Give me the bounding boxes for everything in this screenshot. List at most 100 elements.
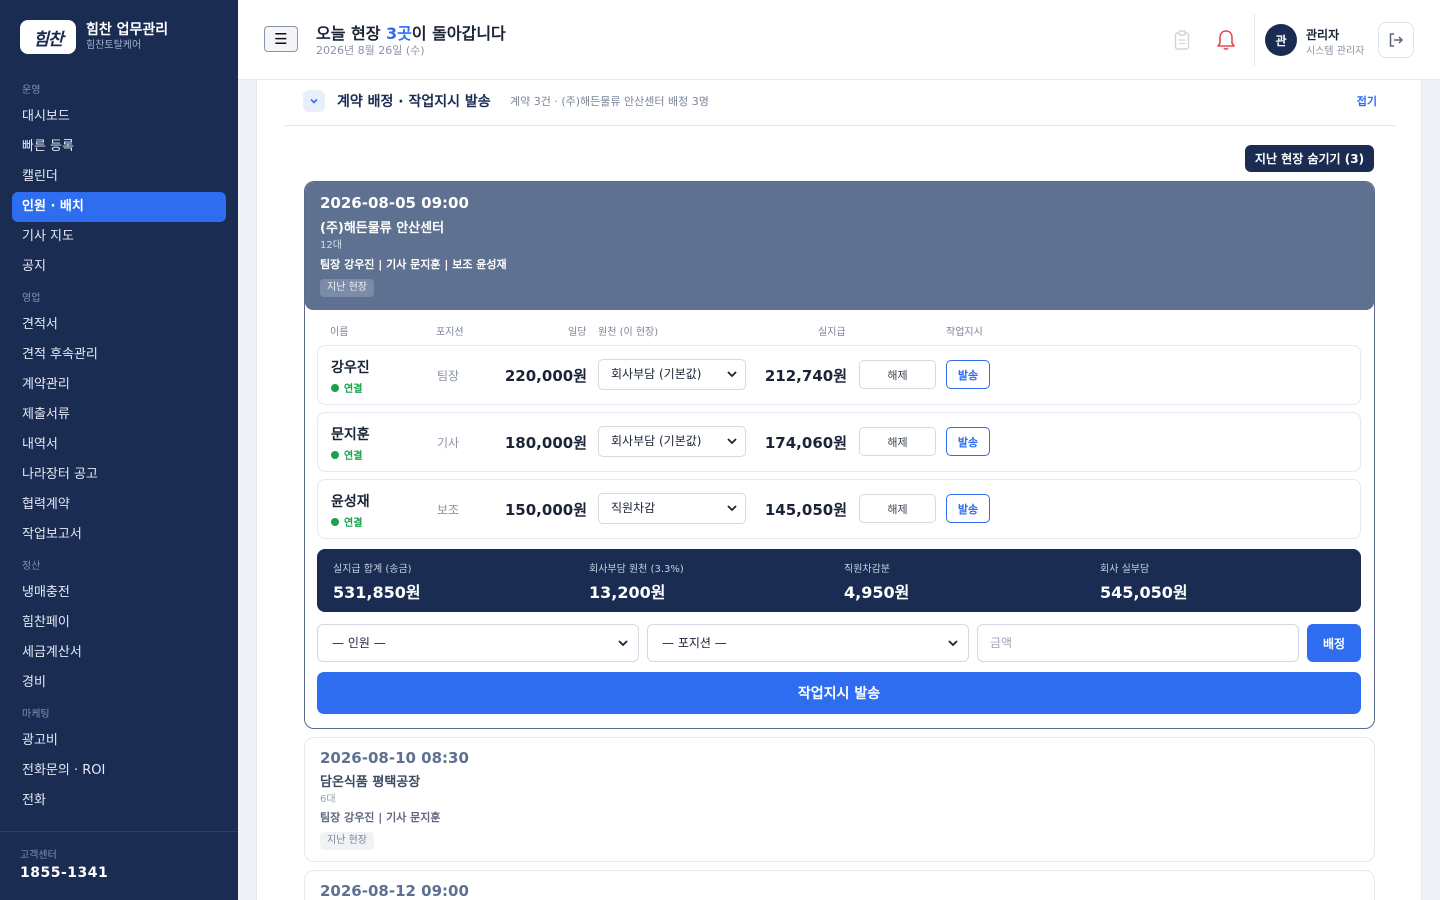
sidebar-item-calendar[interactable]: 캘린더 (12, 162, 226, 192)
connection-status: 연결 (331, 447, 362, 462)
sidebar-item-pay[interactable]: 힘찬페이 (12, 608, 226, 638)
person-select[interactable]: — 인원 — (317, 624, 639, 662)
clipboard-icon[interactable] (1172, 28, 1192, 52)
sidebar-item-staff-assignment[interactable]: 인원 · 배치 (12, 192, 226, 222)
sidebar-item-phone[interactable]: 전화 (12, 786, 226, 816)
summary-company-withholding: 회사부담 원천 (3.3%) 13,200원 (589, 564, 684, 602)
brand-logo: 힘찬 (20, 20, 76, 54)
crew-row: 윤성재 연결 보조 150,000원 직원차감 145,050원 해제 발송 (317, 479, 1361, 539)
connection-status: 연결 (331, 514, 362, 529)
status-dot-icon (331, 517, 339, 526)
chevron-down-icon (727, 438, 737, 445)
support-footer: 고객센터 1855-1341 (0, 831, 238, 900)
job-vehicles: 12대 (320, 240, 342, 251)
crew-row: 문지훈 연결 기사 180,000원 회사부담 (기본값) 174,060원 해… (317, 412, 1361, 472)
logout-button[interactable] (1378, 22, 1414, 58)
sidebar-item-ad-cost[interactable]: 광고비 (12, 726, 226, 756)
sidebar-item-refrigerant[interactable]: 냉매충전 (12, 578, 226, 608)
summary-employee-deduction: 직원차감분 4,950원 (844, 564, 910, 602)
sidebar-item-quote[interactable]: 견적서 (12, 310, 226, 340)
section-toggle-button[interactable] (303, 90, 325, 112)
amount-input[interactable]: 금액 (977, 624, 1299, 662)
nav-section-label: 마케팅 (22, 709, 50, 720)
release-button[interactable]: 해제 (859, 360, 936, 389)
support-label: 고객센터 (20, 850, 57, 861)
job-vehicles: 6대 (320, 794, 336, 805)
main-panel: 계약 배정 · 작업지시 발송 계약 3건 · (주)해든물류 안산센터 배정 … (256, 80, 1422, 900)
dispatch-work-order-button[interactable]: 작업지시 발송 (317, 672, 1361, 714)
status-badge: 지난 현장 (320, 279, 374, 297)
column-header-withholding: 원천 (이 현장) (598, 327, 659, 338)
section-subtitle: 계약 3건 · (주)해든물류 안산센터 배정 3명 (510, 95, 709, 108)
sidebar-item-quote-followup[interactable]: 견적 후속관리 (12, 340, 226, 370)
sidebar-item-procurement[interactable]: 나라장터 공고 (12, 460, 226, 490)
assign-button[interactable]: 배정 (1307, 624, 1361, 662)
avatar[interactable]: 관 (1265, 24, 1297, 56)
job-header[interactable]: 2026-08-05 09:00 (주)해든물류 안산센터 12대 팀장 강우진… (305, 182, 1374, 310)
crew-net-pay: 212,740원 (764, 367, 847, 385)
today-date: 2026년 8월 26일 (수) (316, 44, 425, 57)
job-site: 담온식품 평택공장 (320, 775, 421, 790)
sidebar-item-work-report[interactable]: 작업보고서 (12, 520, 226, 550)
sidebar-item-dashboard[interactable]: 대시보드 (12, 102, 226, 132)
job-crew: 팀장 강우진 | 기사 문지훈 | 보조 윤성재 (320, 258, 507, 271)
status-badge: 지난 현장 (320, 832, 374, 850)
section-title: 계약 배정 · 작업지시 발송 (337, 94, 491, 110)
crew-daily-rate: 220,000원 (504, 367, 587, 385)
menu-toggle-button[interactable]: ☰ (264, 26, 298, 52)
logout-icon (1389, 33, 1403, 47)
sidebar-item-driver-map[interactable]: 기사 지도 (12, 222, 226, 252)
sidebar-nav: 운영 대시보드 빠른 등록 캘린더 인원 · 배치 기사 지도 공지 영업 견적… (12, 78, 226, 816)
brand-sub: 힘찬토탈케어 (86, 40, 142, 51)
release-button[interactable]: 해제 (859, 427, 936, 456)
release-button[interactable]: 해제 (859, 494, 936, 523)
crew-row: 강우진 연결 팀장 220,000원 회사부담 (기본값) 212,740원 해… (317, 345, 1361, 405)
withholding-select[interactable]: 회사부담 (기본값) (598, 426, 746, 457)
column-header-dispatch: 작업지시 (946, 327, 983, 338)
connection-status: 연결 (331, 380, 362, 395)
send-button[interactable]: 발송 (946, 360, 990, 389)
sidebar-item-tax-invoice[interactable]: 세금계산서 (12, 638, 226, 668)
job-card-expanded: 2026-08-05 09:00 (주)해든물류 안산센터 12대 팀장 강우진… (304, 181, 1375, 729)
sidebar-item-documents[interactable]: 제출서류 (12, 400, 226, 430)
summary-net-total: 실지급 합계 (송금) 531,850원 (333, 564, 421, 602)
collapse-link[interactable]: 접기 (1357, 93, 1377, 109)
crew-name: 강우진 (331, 360, 370, 376)
sidebar-item-call-roi[interactable]: 전화문의 · ROI (12, 756, 226, 786)
chevron-down-icon (948, 640, 958, 647)
crew-position: 보조 (437, 503, 460, 517)
crew-name: 윤성재 (331, 494, 370, 510)
column-header-position: 포지션 (436, 327, 464, 338)
crew-daily-rate: 180,000원 (504, 434, 587, 452)
send-button[interactable]: 발송 (946, 427, 990, 456)
sidebar-item-quick-register[interactable]: 빠른 등록 (12, 132, 226, 162)
job-card[interactable]: 2026-08-10 08:30 담온식품 평택공장 6대 팀장 강우진 | 기… (304, 737, 1375, 862)
send-button[interactable]: 발송 (946, 494, 990, 523)
nav-section-label: 영업 (22, 293, 41, 304)
withholding-select[interactable]: 회사부담 (기본값) (598, 359, 746, 390)
sidebar-item-statement[interactable]: 내역서 (12, 430, 226, 460)
status-dot-icon (331, 383, 339, 392)
support-phone[interactable]: 1855-1341 (20, 865, 108, 881)
job-card[interactable]: 2026-08-12 09:00 (304, 870, 1375, 900)
sidebar-item-partner-contract[interactable]: 협력계약 (12, 490, 226, 520)
position-select[interactable]: — 포지션 — (647, 624, 969, 662)
brand[interactable]: 힘찬 힘찬 업무관리 힘찬토탈케어 (20, 20, 168, 54)
chevron-down-icon (618, 640, 628, 647)
sidebar-item-notice[interactable]: 공지 (12, 252, 226, 282)
chevron-down-icon (727, 371, 737, 378)
sidebar-item-contracts[interactable]: 계약관리 (12, 370, 226, 400)
hide-past-sites-button[interactable]: 지난 현장 숨기기 (3) (1245, 145, 1374, 172)
user-name: 관리자 (1306, 28, 1340, 42)
crew-name: 문지훈 (331, 427, 370, 443)
chevron-down-icon (310, 98, 318, 104)
bell-icon[interactable] (1214, 27, 1238, 53)
hamburger-icon: ☰ (274, 30, 288, 48)
withholding-select[interactable]: 직원차감 (598, 493, 746, 524)
job-site: (주)해든물류 안산센터 (320, 221, 445, 236)
sidebar-item-expenses[interactable]: 경비 (12, 668, 226, 698)
crew-net-pay: 174,060원 (764, 434, 847, 452)
job-datetime: 2026-08-05 09:00 (320, 194, 469, 212)
section-header: 계약 배정 · 작업지시 발송 계약 3건 · (주)해든물류 안산센터 배정 … (285, 80, 1395, 126)
column-header-net: 실지급 (818, 327, 846, 338)
